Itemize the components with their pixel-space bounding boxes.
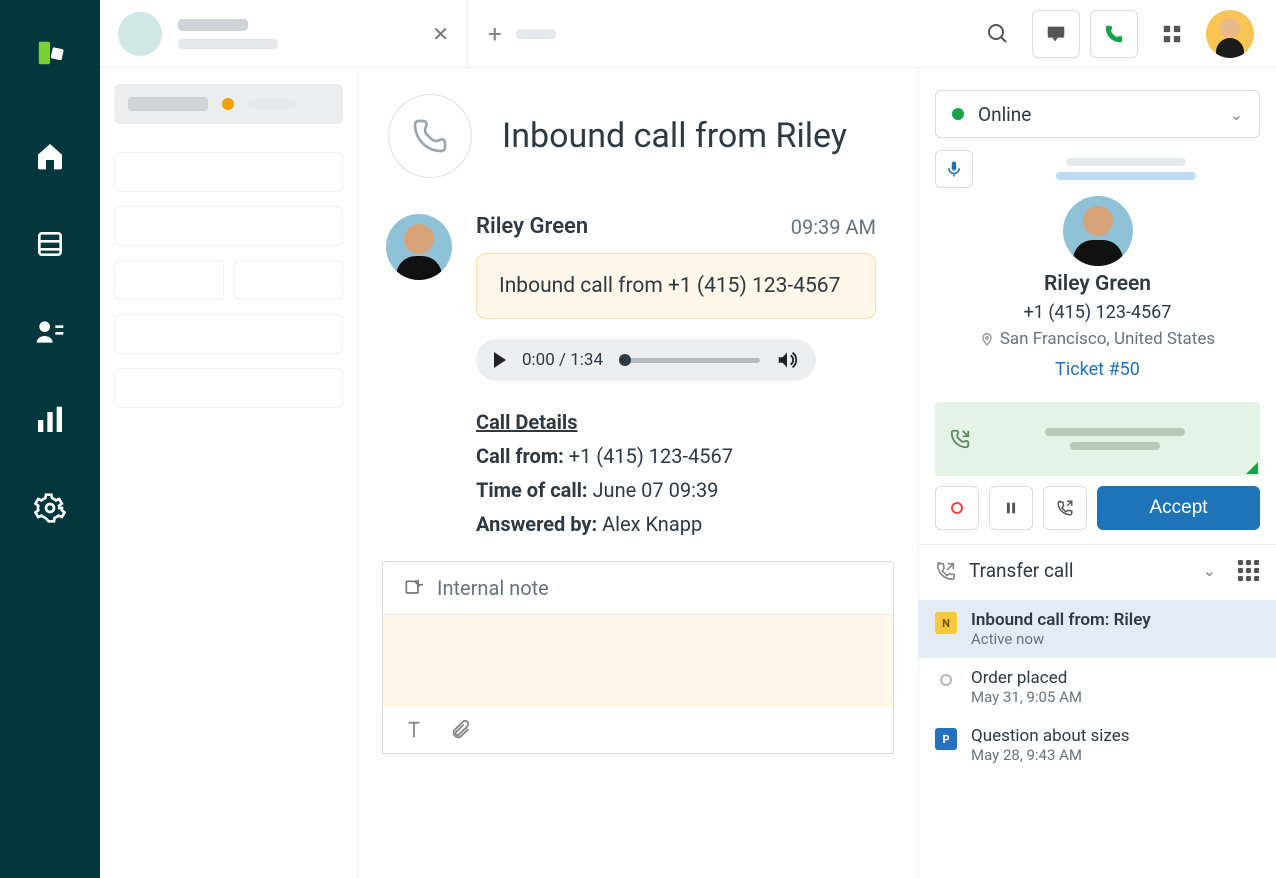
list-item[interactable]	[114, 314, 343, 354]
attachment-icon[interactable]	[449, 719, 471, 741]
agent-status-dropdown[interactable]: Online ⌄	[935, 90, 1260, 138]
conversation-panel: Inbound call from Riley Riley Green 09:3…	[358, 68, 918, 878]
resize-handle[interactable]	[1246, 462, 1258, 474]
profile-avatar[interactable]	[1206, 10, 1254, 58]
note-icon	[403, 578, 423, 598]
status-badge: N	[935, 612, 957, 634]
nav-reports[interactable]	[34, 404, 66, 440]
caller-location: San Francisco, United States	[980, 329, 1215, 349]
transfer-call-dropdown[interactable]: Transfer call ⌄	[919, 544, 1276, 596]
plus-icon: +	[488, 20, 502, 48]
placeholder	[178, 19, 248, 31]
audio-track[interactable]	[619, 358, 760, 363]
caller-phone: +1 (415) 123-4567	[1024, 302, 1172, 323]
timeline-item[interactable]: P Question about sizesMay 28, 9:43 AM	[919, 716, 1276, 774]
nav-admin[interactable]	[34, 492, 66, 528]
call-bubble: Inbound call from +1 (415) 123-4567	[476, 253, 876, 319]
hold-button[interactable]	[989, 486, 1033, 530]
list-item[interactable]	[234, 260, 344, 300]
message-time: 09:39 AM	[791, 215, 876, 239]
transfer-icon	[935, 560, 957, 582]
chat-button[interactable]	[1032, 10, 1080, 58]
ticket-list-selected[interactable]	[114, 84, 343, 124]
placeholder	[1066, 158, 1186, 166]
incoming-call-icon	[949, 428, 971, 450]
placeholder	[516, 29, 556, 39]
audio-player[interactable]: 0:00 / 1:34	[476, 339, 816, 381]
chevron-down-icon: ⌄	[1203, 561, 1216, 580]
search-button[interactable]	[974, 10, 1022, 58]
placeholder	[1070, 442, 1160, 450]
incoming-call-box	[935, 402, 1260, 476]
record-button[interactable]	[935, 486, 979, 530]
placeholder	[1056, 172, 1196, 180]
apps-button[interactable]	[1148, 10, 1196, 58]
nav-rail	[0, 0, 100, 878]
close-icon[interactable]: ✕	[432, 22, 449, 46]
list-item[interactable]	[114, 260, 224, 300]
placeholder	[128, 97, 208, 111]
conversation-title: Inbound call from Riley	[502, 116, 847, 156]
sender-avatar	[386, 214, 452, 280]
workspace-tab[interactable]: ✕	[100, 0, 468, 67]
composer-body[interactable]	[383, 615, 893, 707]
phone-icon	[388, 94, 472, 178]
text-format-icon[interactable]	[403, 719, 425, 741]
dialpad-icon[interactable]	[1238, 560, 1260, 582]
sender-name: Riley Green	[476, 214, 588, 239]
list-item[interactable]	[114, 368, 343, 408]
agent-status-label: Online	[978, 103, 1031, 126]
composer-mode[interactable]: Internal note	[383, 562, 893, 615]
nav-views[interactable]	[34, 228, 66, 264]
talk-button[interactable]	[1090, 10, 1138, 58]
mic-button[interactable]	[935, 150, 973, 188]
timeline-dot	[940, 674, 952, 686]
status-badge: P	[935, 728, 957, 750]
ticket-link[interactable]: Ticket #50	[1055, 359, 1140, 380]
tab-avatar	[118, 12, 162, 56]
volume-icon	[776, 349, 798, 371]
location-icon	[980, 332, 994, 346]
chevron-down-icon: ⌄	[1230, 105, 1243, 124]
interaction-timeline: N Inbound call from: RileyActive now Ord…	[919, 596, 1276, 778]
audio-time: 0:00 / 1:34	[522, 350, 603, 370]
timeline-item[interactable]: Order placedMay 31, 9:05 AM	[919, 658, 1276, 716]
nav-customers[interactable]	[34, 316, 66, 352]
transfer-call-label: Transfer call	[969, 559, 1073, 582]
status-dot	[222, 98, 234, 110]
composer: Internal note	[382, 561, 894, 754]
top-bar: ✕ +	[100, 0, 1276, 68]
call-panel: Online ⌄ Riley Green +1 (415) 123-4567	[918, 68, 1276, 878]
call-details: Call Details Call from: +1 (415) 123-456…	[476, 405, 894, 541]
ticket-list	[100, 68, 358, 878]
nav-home[interactable]	[34, 140, 66, 176]
placeholder	[1045, 428, 1185, 436]
transfer-out-button[interactable]	[1043, 486, 1087, 530]
caller-name: Riley Green	[1044, 272, 1151, 296]
online-dot	[952, 108, 964, 120]
caller-avatar	[1063, 196, 1133, 266]
placeholder	[178, 39, 278, 49]
list-item[interactable]	[114, 206, 343, 246]
new-tab[interactable]: +	[468, 20, 576, 48]
placeholder	[248, 99, 296, 109]
composer-mode-label: Internal note	[437, 576, 549, 600]
timeline-item[interactable]: N Inbound call from: RileyActive now	[919, 600, 1276, 658]
list-item[interactable]	[114, 152, 343, 192]
app-logo	[34, 18, 66, 88]
play-icon	[494, 352, 506, 368]
accept-button[interactable]: Accept	[1097, 486, 1260, 530]
